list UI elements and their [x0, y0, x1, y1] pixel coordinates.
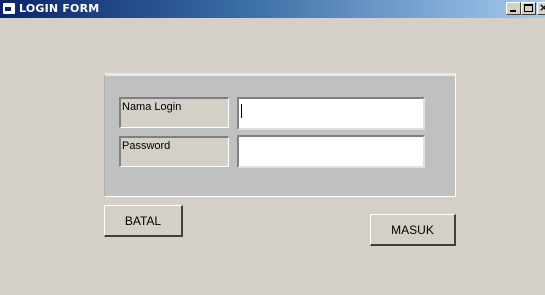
window-title: LOGIN FORM	[19, 2, 100, 15]
title-bar[interactable]: LOGIN FORM ×	[0, 0, 545, 18]
minimize-icon	[510, 10, 516, 12]
close-button[interactable]: ×	[537, 2, 545, 15]
minimize-button[interactable]	[506, 2, 521, 15]
close-icon: ×	[539, 1, 545, 14]
password-label: Password	[119, 136, 229, 167]
login-panel: Nama Login Password	[104, 73, 456, 197]
text-caret	[241, 104, 242, 118]
login-name-input[interactable]	[237, 97, 425, 130]
maximize-icon	[524, 4, 533, 12]
cancel-button[interactable]: BATAL	[104, 205, 183, 237]
maximize-button[interactable]	[521, 2, 536, 15]
login-name-label: Nama Login	[119, 97, 229, 128]
password-input[interactable]	[237, 135, 425, 168]
app-window-icon[interactable]	[3, 3, 15, 14]
login-button[interactable]: MASUK	[370, 214, 456, 246]
